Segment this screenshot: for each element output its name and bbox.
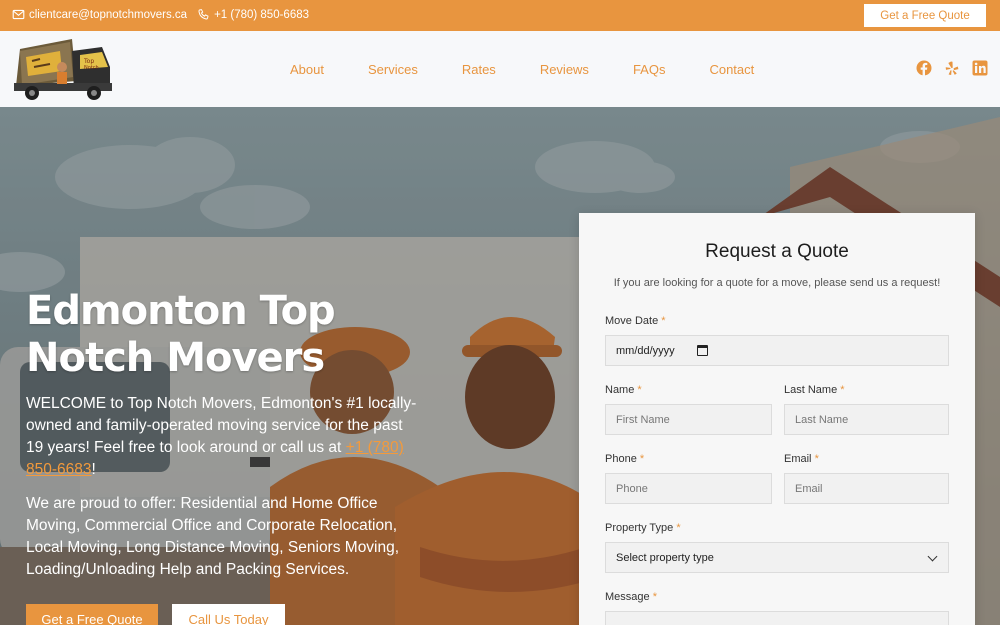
top-bar: clientcare@topnotchmovers.ca +1 (780) 85… (0, 0, 1000, 31)
message-label-text: Message (605, 591, 650, 603)
form-title: Request a Quote (705, 241, 849, 262)
email-input[interactable]: Email (784, 473, 949, 504)
required-mark: * (814, 453, 819, 465)
top-contact: clientcare@topnotchmovers.ca +1 (780) 85… (12, 8, 319, 21)
first-name-input[interactable]: First Name (605, 404, 772, 435)
calendar-icon[interactable] (697, 345, 708, 356)
last-name-input[interactable]: Last Name (784, 404, 949, 435)
move-date-label: Move Date * (605, 315, 666, 327)
phone-icon (198, 9, 209, 20)
top-quote-button[interactable]: Get a Free Quote (864, 4, 986, 27)
hero-quote-button[interactable]: Get a Free Quote (26, 604, 158, 625)
hero-offer: We are proud to offer: Residential and H… (26, 495, 400, 578)
last-name-placeholder: Last Name (795, 413, 849, 426)
property-type-label: Property Type * (605, 522, 681, 534)
nav-contact[interactable]: Contact (709, 62, 754, 77)
required-mark: * (652, 591, 657, 603)
move-date-value: mm/dd/yyyy (616, 344, 675, 357)
move-date-label-text: Move Date (605, 315, 659, 327)
required-mark: * (637, 384, 642, 396)
form-subtitle: If you are looking for a quote for a mov… (613, 277, 941, 289)
name-label: Name * (605, 384, 642, 396)
hero-call-button[interactable]: Call Us Today (172, 604, 285, 625)
yelp-icon[interactable] (944, 60, 960, 76)
last-name-label: Last Name * (784, 384, 845, 396)
property-type-value: Select property type (616, 551, 714, 564)
mail-icon (12, 9, 25, 20)
site-header: Top Notch About Services Rates Reviews F… (0, 31, 1000, 107)
message-textarea[interactable] (605, 611, 949, 625)
email-text: clientcare@topnotchmovers.ca (29, 8, 188, 21)
property-type-label-text: Property Type (605, 522, 674, 534)
required-mark: * (661, 315, 666, 327)
last-name-label-text: Last Name (784, 384, 838, 396)
phone-label-text: Phone (605, 453, 637, 465)
svg-text:Notch: Notch (84, 65, 99, 71)
move-date-input[interactable]: mm/dd/yyyy (605, 335, 949, 366)
chevron-down-icon (927, 551, 938, 562)
phone-label: Phone * (605, 453, 644, 465)
svg-text:Top: Top (83, 58, 94, 65)
email-link[interactable]: clientcare@topnotchmovers.ca (12, 8, 187, 21)
property-type-select[interactable]: Select property type (605, 542, 949, 573)
hero-intro: WELCOME to Top Notch Movers, Edmonton's … (26, 393, 421, 481)
name-label-text: Name (605, 384, 635, 396)
required-mark: * (840, 384, 845, 396)
hero-intro-end: ! (91, 461, 96, 478)
nav-services[interactable]: Services (368, 62, 418, 77)
nav-about[interactable]: About (290, 62, 324, 77)
email-placeholder: Email (795, 482, 823, 495)
hero-section: Edmonton Top Notch Movers WELCOME to Top… (0, 107, 1000, 625)
facebook-icon[interactable] (916, 60, 932, 76)
nav-rates[interactable]: Rates (462, 62, 496, 77)
phone-text: +1 (780) 850-6683 (214, 8, 310, 21)
message-label: Message * (605, 591, 657, 603)
main-nav: About Services Rates Reviews FAQs Contac… (290, 31, 754, 107)
social-links (904, 60, 988, 76)
email-label: Email * (784, 453, 819, 465)
required-mark: * (676, 522, 681, 534)
first-name-placeholder: First Name (616, 413, 670, 426)
nav-reviews[interactable]: Reviews (540, 62, 589, 77)
logo-truck[interactable]: Top Notch (10, 31, 116, 105)
phone-link[interactable]: +1 (780) 850-6683 (197, 8, 309, 21)
phone-placeholder: Phone (616, 482, 648, 495)
nav-faqs[interactable]: FAQs (633, 62, 666, 77)
linkedin-icon[interactable] (972, 60, 988, 76)
quote-form: Request a Quote If you are looking for a… (579, 213, 975, 625)
required-mark: * (639, 453, 645, 465)
phone-input[interactable]: Phone (605, 473, 772, 504)
email-label-text: Email (784, 453, 812, 465)
hero-title: Edmonton Top Notch Movers (26, 288, 336, 381)
